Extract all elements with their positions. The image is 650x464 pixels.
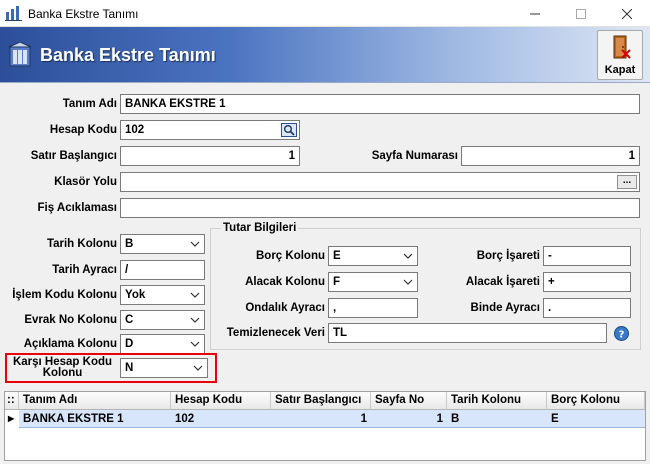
minimize-button[interactable] [512,0,558,27]
alacak-isareti-input[interactable]: + [543,272,631,292]
binde-ayraci-input[interactable]: . [543,298,631,318]
grid-cell-tanim-adi: BANKA EKSTRE 1 [23,413,124,425]
satir-baslangici-label: Satır Başlangıcı [30,150,117,162]
hesap-kodu-input[interactable]: 102 [120,120,300,140]
kapat-label: Kapat [604,64,636,76]
borc-kolonu-select[interactable]: E [328,246,418,266]
karsi-hesap-kodu-kolonu-select[interactable]: N [120,358,208,378]
borc-isareti-label: Borç İşareti [476,250,540,262]
evrak-no-kolonu-select[interactable]: C [120,310,205,330]
grid-cell-tarih-kolonu: B [451,413,460,425]
karsi-hesap-label-line2: Kolonu [42,367,83,379]
page-title: Banka Ekstre Tanımı [40,45,216,65]
temizlenecek-veri-input[interactable]: TL [328,323,607,343]
binde-ayraci-label: Binde Ayracı [470,302,540,314]
fis-aciklamasi-label: Fiş Acıklaması [37,202,117,214]
tutar-bilgileri-title: Tutar Bilgileri [221,222,299,234]
chevron-down-icon [403,253,413,259]
islem-kodu-kolonu-value: Yok [125,289,146,301]
chevron-down-icon [403,279,413,285]
ekstre-grid[interactable]: :: Tanım Adı Hesap Kodu Satır Başlangıcı… [4,391,646,461]
tanim-adi-input[interactable]: BANKA EKSTRE 1 [120,94,640,114]
sayfa-numarasi-input[interactable]: 1 [461,146,640,166]
grid-header-satir-baslangici[interactable]: Satır Başlangıcı [271,392,371,410]
islem-kodu-kolonu-label: İşlem Kodu Kolonu [12,289,117,301]
tarih-ayraci-label: Tarih Ayracı [52,264,117,276]
grid-header-sayfa-no[interactable]: Sayfa No [371,392,447,410]
chevron-down-icon [193,365,203,371]
aciklama-kolonu-label: Açıklama Kolonu [23,338,117,350]
alacak-kolonu-select[interactable]: F [328,272,418,292]
grid-cell-satir-baslangici: 1 [360,413,367,425]
window-titlebar[interactable]: Banka Ekstre Tanımı [0,0,650,27]
kapat-button[interactable]: Kapat [597,30,643,80]
tarih-kolonu-value: B [125,238,134,250]
alacak-kolonu-label: Alacak Kolonu [245,276,325,288]
borc-kolonu-value: E [333,250,341,262]
grid-header-tanim-adi[interactable]: Tanım Adı [19,392,171,410]
fis-aciklamasi-input[interactable] [120,198,640,218]
grid-cell-borc-kolonu: E [551,413,559,425]
minimize-icon [530,13,540,14]
grid-header-tarih-kolonu[interactable]: Tarih Kolonu [447,392,547,410]
exit-door-icon [613,35,631,59]
browse-folder-button[interactable]: ... [617,175,637,189]
evrak-no-kolonu-value: C [125,314,134,326]
account-lookup-button[interactable] [281,123,297,137]
ondalik-ayraci-input[interactable]: , [328,298,418,318]
ondalik-ayraci-label: Ondalık Ayracı [245,302,325,314]
close-icon [622,8,632,19]
chevron-down-icon [190,317,200,323]
grid-header-borc-kolonu[interactable]: Borç Kolonu [547,392,645,410]
header-band: Banka Ekstre Tanımı [0,27,650,83]
hesap-kodu-value: 102 [125,124,145,136]
chevron-down-icon [190,341,200,347]
aciklama-kolonu-select[interactable]: D [120,334,205,354]
alacak-isareti-label: Alacak İşareti [465,276,540,288]
close-window-button[interactable] [604,0,650,27]
aciklama-kolonu-value: D [125,338,134,350]
tarih-kolonu-label: Tarih Kolonu [46,238,117,250]
karsi-hesap-kodu-kolonu-label: Karşı Hesap Kodu Kolonu [8,356,117,379]
tarih-kolonu-select[interactable]: B [120,234,205,254]
klasor-yolu-label: Klasör Yolu [54,176,117,188]
klasor-yolu-input[interactable]: ... [120,172,640,192]
chevron-down-icon [190,292,200,298]
maximize-icon [576,8,586,19]
alacak-kolonu-value: F [333,276,341,288]
svg-text:?: ? [619,330,625,341]
app-icon [5,6,22,21]
borc-isareti-input[interactable]: - [543,246,631,266]
chevron-down-icon [190,241,200,247]
help-icon[interactable]: ? [614,326,629,341]
grid-header-hesap-kodu[interactable]: Hesap Kodu [171,392,271,410]
tarih-ayraci-input[interactable]: / [120,260,205,280]
karsi-hesap-kodu-kolonu-value: N [125,362,134,374]
tanim-adi-label: Tanım Adı [62,98,117,110]
grid-cell-hesap-kodu: 102 [175,413,195,425]
borc-kolonu-label: Borç Kolonu [256,250,325,262]
row-indicator: ▶ [8,414,15,423]
bank-statement-icon [8,42,32,67]
temizlenecek-veri-label: Temizlenecek Veri [226,327,325,339]
satir-baslangici-input[interactable]: 1 [120,146,300,166]
lookup-icon [284,125,295,136]
maximize-button[interactable] [558,0,604,27]
hesap-kodu-label: Hesap Kodu [49,124,117,136]
grid-cell-sayfa-no: 1 [436,413,443,425]
islem-kodu-kolonu-select[interactable]: Yok [120,285,205,305]
evrak-no-kolonu-label: Evrak No Kolonu [24,314,117,326]
sayfa-numarasi-label: Sayfa Numarası [371,150,458,162]
grid-corner: :: [5,392,19,410]
window-title: Banka Ekstre Tanımı [28,7,139,21]
